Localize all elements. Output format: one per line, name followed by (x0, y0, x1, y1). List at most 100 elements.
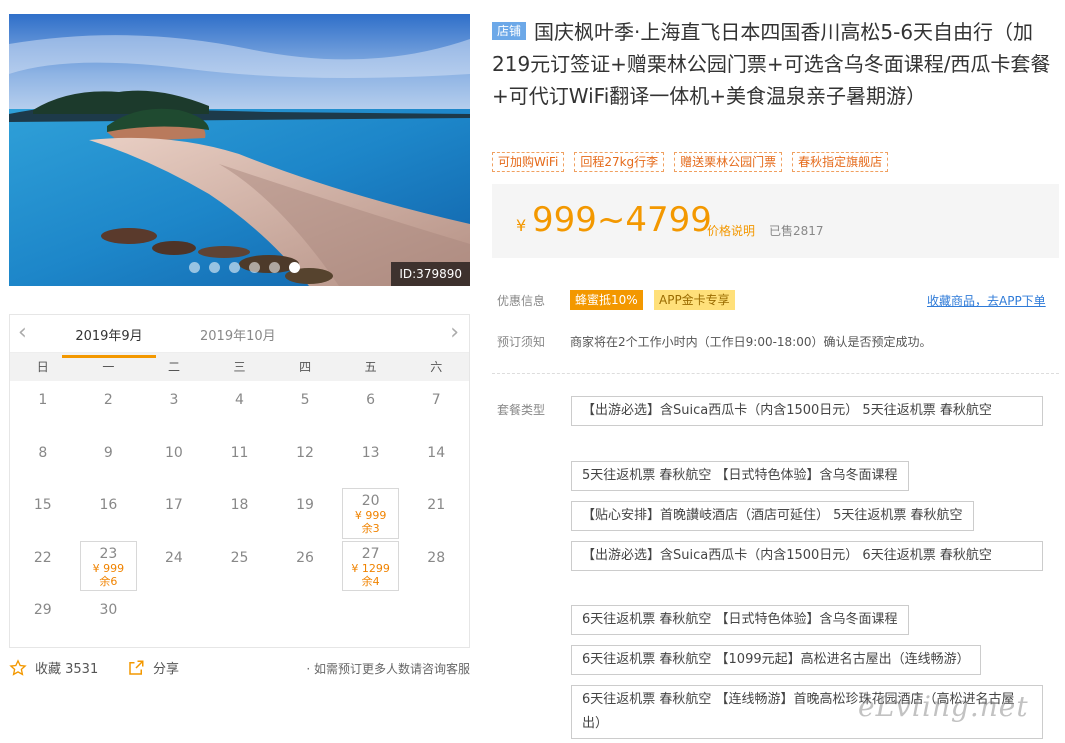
carousel-dot[interactable] (189, 262, 200, 273)
day-number: 25 (230, 549, 249, 566)
carousel-dot[interactable] (229, 262, 240, 273)
weekday-label: 五 (364, 360, 377, 374)
calendar-day: 15 (10, 487, 76, 540)
carousel-dot-active[interactable] (289, 262, 300, 273)
day-number: 1 (38, 392, 48, 408)
day-number: 5 (300, 392, 310, 408)
hero-photo (9, 14, 470, 286)
favorite-app-link[interactable]: 收藏商品，去APP下单 (927, 292, 1046, 309)
day-number: 29 (33, 602, 52, 618)
calendar-day: 30 (76, 592, 142, 645)
day-number: 27 (361, 545, 380, 562)
calendar-day: 22 (10, 540, 76, 593)
package-option[interactable]: 5天往返机票 春秋航空 【日式特色体验】含乌冬面课程 (571, 461, 909, 491)
calendar-day: 6 (338, 382, 404, 435)
calendar-day: 26 (272, 540, 338, 593)
offers-label: 优惠信息 (497, 294, 546, 308)
product-id-tag: ID:379890 (391, 262, 470, 286)
day-price: ¥ 1299 (351, 561, 390, 575)
price-box: ¥ 999~4799 价格说明 已售2817 (492, 184, 1059, 258)
favorite-button[interactable]: 收藏 3531 (9, 658, 98, 677)
calendar-day: 16 (76, 487, 142, 540)
day-number: 15 (33, 497, 52, 513)
calendar-day: 10 (141, 435, 207, 488)
day-number: 6 (366, 392, 376, 408)
day-number: 7 (431, 392, 441, 408)
day-number: 12 (296, 444, 314, 461)
calendar-day: 7 (403, 382, 469, 435)
chevron-right-icon[interactable]: › (450, 320, 459, 345)
calendar-day: 25 (207, 540, 273, 593)
day-number: 30 (99, 602, 118, 618)
day-number: 17 (165, 497, 183, 513)
calendar-day: 13 (338, 435, 404, 488)
calendar-day: 9 (76, 435, 142, 488)
action-bar: 收藏 3531 分享 · 如需预订更多人数请咨询客服 (9, 656, 470, 680)
day-price: ¥ 999 (354, 509, 387, 522)
calendar-day-available[interactable]: 20 ¥ 999 余3 (341, 488, 400, 539)
day-number: 3 (169, 392, 179, 408)
product-title-block: 店铺 国庆枫叶季·上海直飞日本四国香川高松5-6天自由行（加219元订签证+赠栗林… (492, 16, 1057, 112)
feature-tags: 可加购WiFi 回程27kg行李 赠送栗林公园门票 春秋指定旗舰店 (492, 152, 889, 172)
day-number: 9 (103, 444, 113, 461)
day-number: 13 (361, 444, 380, 461)
tab-month-oct[interactable]: 2019年10月 (200, 325, 276, 344)
share-button[interactable]: 分享 (127, 658, 179, 677)
day-number: 10 (165, 444, 183, 461)
shop-badge[interactable]: 店铺 (492, 22, 527, 40)
calendar-day: 19 (272, 487, 338, 540)
calendar-day-available[interactable]: 27 ¥ 1299 余4 (341, 540, 400, 591)
calendar-grid: 1 2 3 4 5 6 7 8 9 10 11 12 13 14 15 16 17 18 19 20 ¥ 999 余3 21… (10, 381, 469, 645)
calendar-day: 28 (403, 540, 469, 593)
package-option[interactable]: 6天往返机票 春秋航空 【1099元起】高松进名古屋出（连线畅游） (571, 645, 981, 675)
day-number: 26 (296, 549, 314, 566)
day-number: 24 (165, 549, 183, 566)
price-explain-link[interactable]: 价格说明 (707, 222, 755, 239)
hero-image[interactable]: ID:379890 (9, 14, 470, 286)
consult-hint: · 如需预订更多人数请咨询客服 (306, 662, 470, 676)
calendar-day: 24 (141, 540, 207, 593)
day-number: 22 (33, 549, 52, 566)
calendar-day: 1 (10, 382, 76, 435)
calendar-day: 29 (10, 592, 76, 645)
booking-notice: 商家将在2个工作小时内（工作日9:00-18:00）确认是否预定成功。 (570, 335, 932, 349)
package-option[interactable]: 6天往返机票 春秋航空 【日式特色体验】含乌冬面课程 (571, 605, 909, 635)
feature-tag: 回程27kg行李 (574, 152, 665, 172)
share-label: 分享 (153, 662, 180, 677)
day-number: 23 (99, 545, 118, 562)
calendar-day: 8 (10, 435, 76, 488)
day-number: 2 (103, 392, 113, 408)
product-title: 国庆枫叶季·上海直飞日本四国香川高松5-6天自由行（加219元订签证+赠栗林公园… (492, 20, 1051, 108)
tab-month-sep[interactable]: 2019年9月 (62, 325, 156, 358)
calendar-day: 4 (207, 382, 273, 435)
day-number: 11 (230, 444, 249, 461)
sold-count: 已售2817 (769, 224, 824, 238)
feature-tag: 可加购WiFi (492, 152, 565, 172)
day-number: 28 (427, 549, 446, 566)
favorite-count-label: 收藏 3531 (35, 662, 99, 677)
day-number: 8 (38, 444, 48, 461)
carousel-dot[interactable] (249, 262, 260, 273)
weekday-label: 四 (299, 360, 312, 374)
feature-tag: 赠送栗林公园门票 (674, 152, 783, 172)
package-option[interactable]: 【出游必选】含Suica西瓜卡（内含1500日元） 6天往返机票 春秋航空 (571, 541, 1043, 571)
day-number: 21 (427, 497, 446, 513)
calendar-day-available[interactable]: 23 ¥ 999 余6 (79, 540, 138, 591)
calendar-day: 14 (403, 435, 469, 488)
chevron-left-icon[interactable]: ‹ (18, 320, 27, 345)
star-icon (9, 658, 27, 676)
calendar-day: 17 (141, 487, 207, 540)
carousel-dot[interactable] (209, 262, 220, 273)
weekday-label: 六 (430, 360, 443, 374)
package-type-label: 套餐类型 (497, 403, 546, 417)
day-remaining: 余3 (361, 522, 380, 535)
package-option[interactable]: 【出游必选】含Suica西瓜卡（内含1500日元） 5天往返机票 春秋航空 (571, 396, 1043, 426)
day-number: 20 (361, 493, 380, 509)
calendar-day: 11 (207, 435, 273, 488)
carousel-dot[interactable] (269, 262, 280, 273)
day-number: 16 (99, 497, 118, 513)
price-range: 999~4799 (532, 200, 712, 240)
package-option[interactable]: 【贴心安排】首晚讃岐酒店（酒店可延住） 5天往返机票 春秋航空 (571, 501, 974, 531)
day-number: 4 (235, 392, 244, 408)
date-calendar: ‹ 2019年9月 2019年10月 › 日 一 二 三 四 五 六 12345… (9, 314, 470, 648)
